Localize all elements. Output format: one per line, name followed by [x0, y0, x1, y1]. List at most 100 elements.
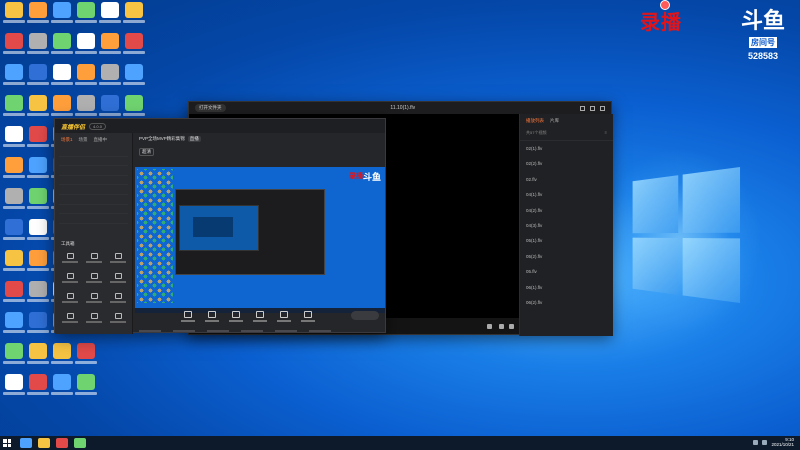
playlist-item[interactable]: 02(1).flv — [520, 141, 613, 156]
scene-row[interactable] — [59, 176, 128, 186]
playlist-item[interactable]: 04(3).flv — [520, 218, 613, 233]
desktop-shortcut-icon[interactable] — [26, 95, 50, 123]
volume-icon[interactable] — [499, 324, 504, 329]
desktop-shortcut-icon[interactable] — [2, 250, 26, 278]
tab-live[interactable]: 直播中 — [94, 137, 108, 143]
desktop-shortcut-icon[interactable] — [26, 343, 50, 371]
tool-button[interactable] — [61, 313, 79, 329]
live-tool-button[interactable] — [301, 311, 315, 322]
search-icon[interactable] — [20, 438, 32, 448]
playlist-item[interactable]: 05(2).flv — [520, 249, 613, 264]
tool-button[interactable] — [85, 253, 103, 269]
playlist-item[interactable]: 04(1).flv — [520, 187, 613, 202]
desktop-shortcut-icon[interactable] — [122, 33, 146, 61]
stream-preview[interactable]: 录播 斗鱼 — [135, 167, 385, 313]
desktop-shortcut-icon[interactable] — [26, 281, 50, 309]
desktop-shortcut-icon[interactable] — [74, 33, 98, 61]
tool-button[interactable] — [85, 273, 103, 289]
clock[interactable]: 9:10 2021/10/21 — [771, 437, 794, 447]
playlist-item[interactable]: 05.flv — [520, 264, 613, 279]
live-header[interactable]: 直播伴侣 4.0.0 — [55, 119, 385, 133]
scene-row[interactable] — [59, 157, 128, 167]
desktop-shortcut-icon[interactable] — [26, 2, 50, 30]
maximize-icon[interactable] — [590, 105, 595, 111]
open-folder-button[interactable]: 打开文件夹 — [195, 104, 226, 112]
desktop-shortcut-icon[interactable] — [122, 64, 146, 92]
desktop-shortcut-icon[interactable] — [26, 157, 50, 185]
desktop-shortcut-icon[interactable] — [122, 2, 146, 30]
fullscreen-icon[interactable] — [509, 324, 514, 329]
tool-button[interactable] — [109, 273, 127, 289]
tool-button[interactable] — [61, 273, 79, 289]
desktop-shortcut-icon[interactable] — [2, 312, 26, 340]
scene-row[interactable] — [59, 147, 128, 157]
scene-row[interactable] — [59, 166, 128, 176]
desktop-shortcut-icon[interactable] — [74, 2, 98, 30]
tool-button[interactable] — [109, 293, 127, 309]
tab-library[interactable]: 片库 — [550, 118, 559, 124]
playlist-item[interactable]: 04(2).flv — [520, 203, 613, 218]
stream-title[interactable]: PVP全场MVP精彩集锦 — [139, 136, 185, 142]
live-assistant-window[interactable]: 直播伴侣 4.0.0 场景1 场景 直播中 工具箱 PVP全场MVP精彩集锦 直… — [54, 118, 386, 334]
tool-button[interactable] — [85, 313, 103, 329]
tab-scene-1[interactable]: 场景1 — [61, 137, 73, 143]
desktop-shortcut-icon[interactable] — [2, 33, 26, 61]
playlist-item[interactable]: 02.flv — [520, 172, 613, 187]
playlist-item[interactable]: 06(2).flv — [520, 295, 613, 310]
file-explorer-icon[interactable] — [38, 438, 50, 448]
minimize-icon[interactable] — [580, 105, 585, 111]
desktop-shortcut-icon[interactable] — [98, 33, 122, 61]
desktop-shortcut-icon[interactable] — [26, 64, 50, 92]
desktop-shortcut-icon[interactable] — [50, 64, 74, 92]
start-button[interactable] — [0, 436, 14, 450]
scene-row[interactable] — [59, 205, 128, 215]
desktop-shortcut-icon[interactable] — [74, 64, 98, 92]
close-icon[interactable] — [600, 105, 605, 111]
network-icon[interactable] — [753, 439, 759, 445]
live-tool-button[interactable] — [181, 311, 195, 322]
desktop-shortcut-icon[interactable] — [2, 64, 26, 92]
desktop-shortcut-icon[interactable] — [26, 250, 50, 278]
scene-row[interactable] — [59, 185, 128, 195]
desktop-shortcut-icon[interactable] — [98, 2, 122, 30]
desktop-shortcut-icon[interactable] — [26, 188, 50, 216]
playlist-item[interactable]: 05(1).flv — [520, 233, 613, 248]
desktop-shortcut-icon[interactable] — [2, 2, 26, 30]
tool-button[interactable] — [85, 293, 103, 309]
scene-row[interactable] — [59, 195, 128, 205]
scene-row[interactable] — [59, 214, 128, 224]
chat-icon[interactable] — [74, 438, 86, 448]
live-tool-button[interactable] — [253, 311, 267, 322]
tool-button[interactable] — [109, 313, 127, 329]
desktop-shortcut-icon[interactable] — [2, 343, 26, 371]
settings-icon[interactable] — [487, 324, 492, 329]
tool-button[interactable] — [109, 253, 127, 269]
desktop-shortcut-icon[interactable] — [2, 281, 26, 309]
desktop-shortcut-icon[interactable] — [50, 343, 74, 371]
desktop-shortcut-icon[interactable] — [50, 33, 74, 61]
volume-tray-icon[interactable] — [762, 439, 768, 445]
desktop-shortcut-icon[interactable] — [26, 374, 50, 402]
desktop-shortcut-icon[interactable] — [26, 33, 50, 61]
tool-button[interactable] — [61, 293, 79, 309]
desktop-shortcut-icon[interactable] — [74, 374, 98, 402]
live-tool-button[interactable] — [277, 311, 291, 322]
tab-scene[interactable]: 场景 — [79, 137, 88, 143]
desktop-shortcut-icon[interactable] — [50, 374, 74, 402]
playlist-item[interactable]: 02(2).flv — [520, 156, 613, 171]
desktop-shortcut-icon[interactable] — [26, 219, 50, 247]
quality-badge[interactable]: 超清 — [139, 148, 154, 156]
desktop-shortcut-icon[interactable] — [26, 312, 50, 340]
desktop-shortcut-icon[interactable] — [50, 2, 74, 30]
playlist-item[interactable]: 06(1).flv — [520, 280, 613, 295]
start-live-button[interactable] — [351, 311, 379, 320]
live-tool-button[interactable] — [229, 311, 243, 322]
desktop-shortcut-icon[interactable] — [26, 126, 50, 154]
sort-icon[interactable]: ≡ — [605, 130, 607, 136]
player-titlebar[interactable]: 打开文件夹 11.10(1).flv — [189, 102, 611, 114]
desktop-shortcut-icon[interactable] — [2, 374, 26, 402]
app-icon[interactable] — [56, 438, 68, 448]
live-tool-button[interactable] — [205, 311, 219, 322]
desktop-shortcut-icon[interactable] — [2, 95, 26, 123]
tab-playlist[interactable]: 播放列表 — [526, 118, 544, 124]
